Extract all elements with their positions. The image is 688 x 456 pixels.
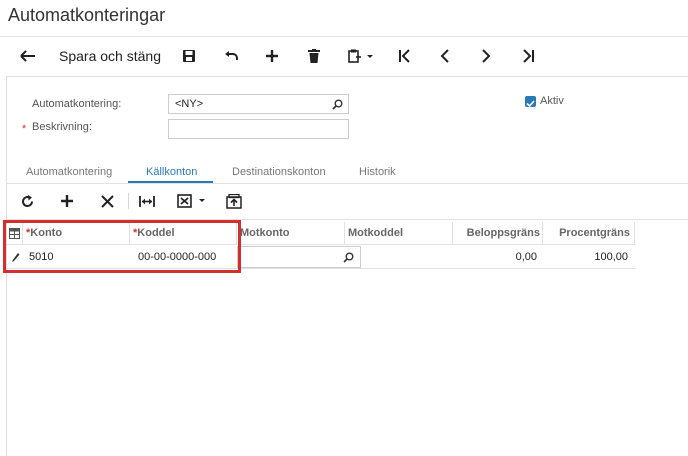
- refresh-icon: [21, 194, 33, 207]
- column-header-motkonto[interactable]: Motkonto: [237, 222, 345, 244]
- automatkontering-value: <NY>: [175, 98, 204, 110]
- column-header-motkoddel[interactable]: Motkoddel: [345, 222, 453, 244]
- first-record-button[interactable]: [394, 45, 416, 67]
- row-edit-indicator: [8, 246, 23, 268]
- toolbar-separator: [128, 193, 129, 209]
- grid-settings-icon: [9, 227, 20, 239]
- tab-automatkontering[interactable]: Automatkontering: [26, 166, 112, 178]
- column-label: Motkonto: [240, 227, 290, 239]
- tab-divider: [6, 183, 688, 184]
- column-header-koddel[interactable]: * Koddel: [130, 222, 237, 244]
- tab-destinationskonton[interactable]: Destinationskonton: [232, 166, 326, 178]
- cell-motkoddel[interactable]: [361, 246, 453, 268]
- tab-kallkonton[interactable]: Källkonton: [146, 166, 197, 178]
- next-record-button[interactable]: [475, 45, 497, 67]
- required-marker: *: [22, 123, 27, 135]
- cell-motkonto-editor[interactable]: [237, 246, 361, 268]
- column-label: Koddel: [137, 227, 175, 239]
- fit-columns-icon: [139, 195, 155, 207]
- next-icon: [482, 49, 491, 63]
- upload-button[interactable]: [223, 190, 245, 212]
- back-button[interactable]: [16, 45, 40, 67]
- previous-record-button[interactable]: [434, 45, 456, 67]
- column-label: Beloppsgräns: [466, 227, 540, 239]
- aktiv-checkbox[interactable]: [525, 96, 536, 108]
- column-label: Konto: [30, 227, 63, 239]
- tab-historik[interactable]: Historik: [359, 166, 396, 178]
- trash-icon: [308, 49, 320, 63]
- column-header-beloppsgrans[interactable]: Beloppsgräns: [453, 222, 543, 244]
- last-record-button[interactable]: [517, 45, 539, 67]
- upload-icon: [226, 193, 242, 209]
- automatkontering-label: Automatkontering:: [32, 98, 122, 110]
- delete-row-icon: [100, 194, 114, 208]
- row-selector-header[interactable]: [6, 222, 23, 244]
- cell-konto[interactable]: 5010: [29, 246, 129, 268]
- grid-toolbar-divider: [6, 219, 688, 220]
- export-excel-button[interactable]: [176, 190, 210, 212]
- clipboard-menu-button[interactable]: [346, 45, 376, 67]
- undo-button[interactable]: [220, 45, 242, 67]
- clipboard-dropdown-icon: [348, 49, 373, 63]
- refresh-button[interactable]: [16, 190, 38, 212]
- last-icon: [523, 49, 534, 63]
- add-row-button[interactable]: [56, 190, 78, 212]
- first-icon: [399, 49, 410, 63]
- export-excel-icon: [177, 194, 205, 208]
- column-label: Procentgräns: [559, 227, 630, 239]
- cell-procentgrans[interactable]: 100,00: [543, 246, 628, 268]
- main-toolbar: Spara och stäng: [0, 36, 688, 75]
- add-row-icon: [61, 195, 73, 207]
- add-button[interactable]: [261, 45, 283, 67]
- search-icon[interactable]: [343, 252, 354, 263]
- column-label: Motkoddel: [348, 227, 403, 239]
- cell-koddel[interactable]: 00-00-0000-000: [138, 246, 237, 268]
- page-title: Automatkonteringar: [8, 5, 166, 25]
- column-header-procentgrans[interactable]: Procentgräns: [543, 222, 635, 244]
- column-header-konto[interactable]: * Konto: [23, 222, 130, 244]
- checkmark-icon: [526, 100, 535, 108]
- fit-columns-button[interactable]: [136, 190, 158, 212]
- aktiv-label: Aktiv: [540, 95, 564, 107]
- search-icon[interactable]: [332, 99, 343, 110]
- delete-row-button[interactable]: [96, 190, 118, 212]
- prev-icon: [440, 49, 449, 63]
- delete-button[interactable]: [303, 45, 325, 67]
- beskrivning-field[interactable]: [168, 119, 349, 139]
- save-icon: [183, 50, 195, 62]
- save-and-close-button[interactable]: Spara och stäng: [58, 45, 162, 67]
- save-button[interactable]: [178, 45, 200, 67]
- cell-beloppsgrans[interactable]: 0,00: [453, 246, 537, 268]
- automatkontering-field[interactable]: <NY>: [168, 94, 349, 114]
- plus-icon: [266, 50, 278, 62]
- arrow-left-icon: [20, 50, 35, 62]
- beskrivning-label: Beskrivning:: [32, 121, 92, 133]
- undo-icon: [225, 51, 238, 60]
- pencil-icon: [12, 252, 20, 262]
